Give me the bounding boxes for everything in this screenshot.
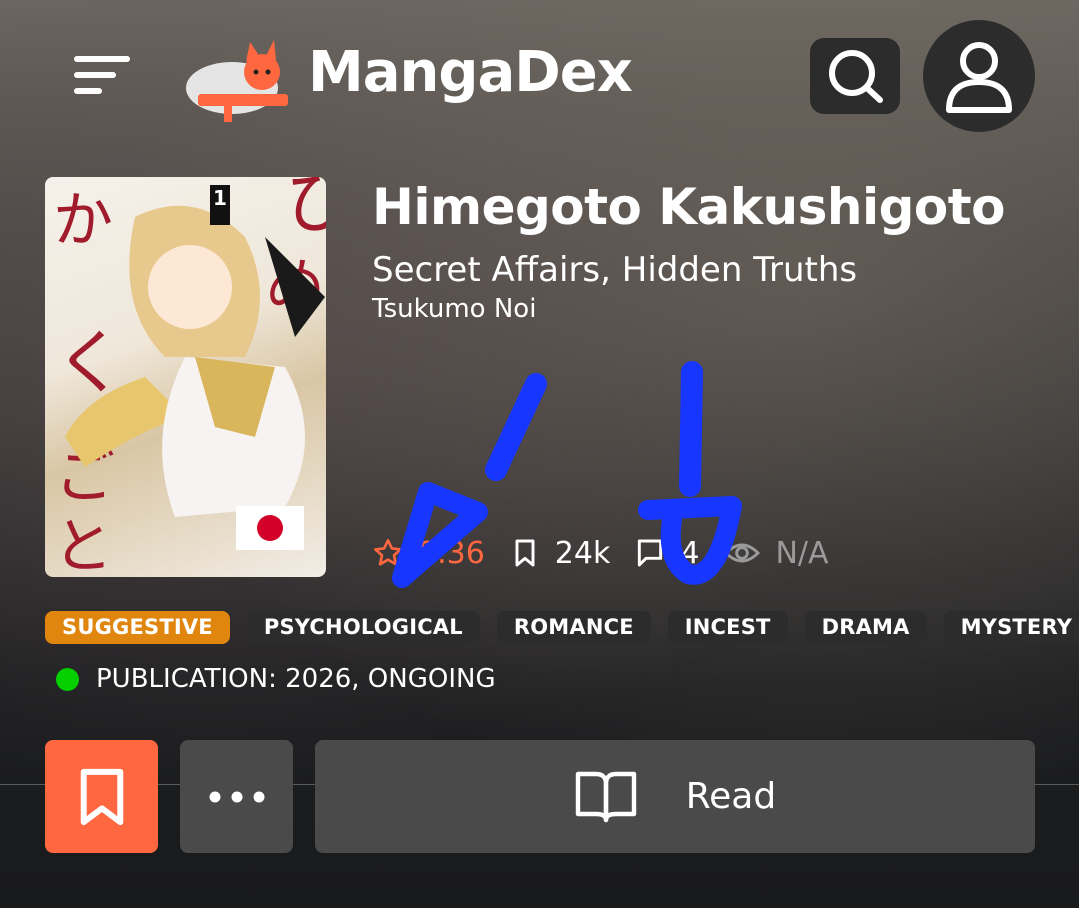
tag-romance[interactable]: ROMANCE <box>496 611 651 644</box>
follows-value: 24k <box>554 535 611 571</box>
flag-japan-icon <box>236 506 304 550</box>
more-options-button[interactable] <box>180 740 293 853</box>
bookmark-icon <box>515 539 535 567</box>
search-icon <box>829 50 883 103</box>
svg-text:か: か <box>53 186 113 256</box>
tag-mystery[interactable]: MYSTERY <box>943 611 1079 644</box>
alt-title: Secret Affairs, Hidden Truths <box>372 250 858 290</box>
stats-row: 8.36 24k 4 N/A <box>372 530 853 576</box>
svg-text:ひ: ひ <box>285 177 326 244</box>
comments-stat[interactable]: 4 <box>634 536 699 571</box>
add-to-library-button[interactable] <box>45 740 158 853</box>
tag-list: SUGGESTIVE PSYCHOLOGICAL ROMANCE INCEST … <box>45 611 1079 644</box>
rating-value: 8.36 <box>418 535 485 571</box>
logo-text[interactable]: MangaDex <box>308 40 633 105</box>
views-stat: N/A <box>723 535 829 571</box>
book-open-icon <box>575 771 636 822</box>
publication-text: PUBLICATION: 2026, ONGOING <box>96 664 496 694</box>
svg-text:1: 1 <box>213 186 227 210</box>
eye-icon <box>724 543 761 563</box>
tag-psychological[interactable]: PSYCHOLOGICAL <box>246 611 480 644</box>
user-button[interactable] <box>923 20 1035 132</box>
read-button[interactable]: Read <box>315 740 1035 853</box>
more-icon <box>209 791 264 802</box>
tag-suggestive[interactable]: SUGGESTIVE <box>45 611 230 644</box>
manga-title: Himegoto Kakushigoto <box>372 178 1006 236</box>
follows-stat[interactable]: 24k <box>509 535 611 571</box>
comment-icon <box>638 539 663 567</box>
star-icon <box>374 539 402 566</box>
search-button[interactable] <box>810 38 900 114</box>
user-icon <box>946 42 1012 113</box>
views-value: N/A <box>775 535 829 571</box>
tag-drama[interactable]: DRAMA <box>804 611 927 644</box>
mangadex-logo-icon[interactable] <box>184 32 294 124</box>
read-label: Read <box>685 776 777 817</box>
publication-status: PUBLICATION: 2026, ONGOING <box>56 664 496 694</box>
rating-stat[interactable]: 8.36 <box>372 536 485 571</box>
bookmark-icon <box>80 768 123 825</box>
svg-text:と: と <box>53 512 113 577</box>
author-link[interactable]: Tsukumo Noi <box>372 294 536 324</box>
status-dot-icon <box>56 667 79 691</box>
menu-icon[interactable] <box>74 56 130 96</box>
tag-incest[interactable]: INCEST <box>667 611 788 644</box>
comments-value: 4 <box>680 535 700 571</box>
